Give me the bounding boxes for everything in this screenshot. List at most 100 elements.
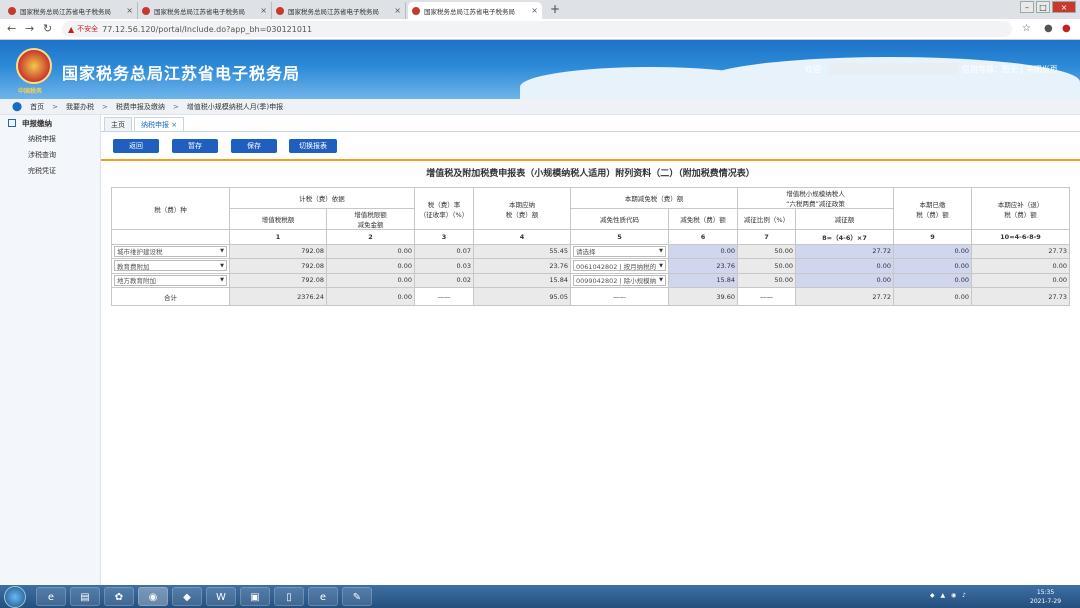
cell-paid[interactable]: 0.00 (893, 258, 972, 274)
close-icon[interactable]: × (260, 6, 267, 15)
sidebar-header-label: 申报缴纳 (22, 118, 52, 128)
browser-tab-title: 国家税务总局江苏省电子税务局 (424, 7, 515, 16)
relief-code-select[interactable]: 0061042802 | 按月纳税的 ▼ (570, 258, 669, 274)
surcharge-table: 税（费）种 计税（费）依据 税（费）率 （征收率）（%） 本期应纳 税（费）额 本期… (111, 187, 1070, 306)
sidebar-item-declare[interactable]: 纳税申报 (0, 131, 100, 147)
cell-reduce-amount[interactable]: 27.72 (795, 243, 894, 259)
back-arrow-icon[interactable]: ← (7, 22, 16, 35)
cell-refund: 0.00 (971, 258, 1070, 274)
breadcrumb-declare[interactable]: 税费申报及缴纳 (116, 102, 165, 112)
browser-tab-active[interactable]: 国家税务总局江苏省电子税务局 × (408, 2, 542, 19)
page-tabs: 主页 纳税申报 × (104, 117, 186, 132)
total-payable: 95.05 (473, 287, 571, 306)
browser-tab[interactable]: 国家税务总局江苏省电子税务局 × (138, 2, 272, 19)
breadcrumb: ⬤ 首页 > 我要办税 > 税费申报及缴纳 > 增值税小规模纳税人月(季)申报 (0, 99, 1080, 115)
tax-type-value: 城市维护建设税 (117, 248, 163, 257)
forward-arrow-icon[interactable]: → (25, 22, 34, 35)
reload-icon[interactable]: ↻ (43, 22, 52, 35)
extension-icon[interactable]: ● (1062, 23, 1071, 34)
tab-home[interactable]: 主页 (104, 117, 132, 132)
cell-reduce-amount[interactable]: 0.00 (795, 258, 894, 274)
url-bar[interactable]: ▲ 不安全 77.12.56.120/portal/Include.do?app… (62, 21, 1012, 37)
app-icon[interactable]: ✿ (104, 587, 134, 606)
header-vat-red-l1: 增值税限额 (354, 211, 387, 219)
tax-type-value: 教育费附加 (117, 262, 150, 271)
chrome-icon[interactable]: ◉ (138, 587, 168, 606)
close-icon[interactable]: × (394, 6, 401, 15)
close-icon[interactable]: × (126, 6, 133, 15)
windows-taskbar: e ▤ ✿ ◉ ◆ W ▣ ▯ e ✎ ◆ ▲ ◉ ♪ 15:35 2021-7-… (0, 585, 1080, 608)
header-reduce-ratio: 减征比例（%） (737, 208, 796, 230)
app-icon[interactable]: ▯ (274, 587, 304, 606)
app-icon[interactable]: ▣ (240, 587, 270, 606)
sidebar-item-certificate[interactable]: 完税凭证 (0, 163, 100, 179)
tax-type-select[interactable]: 教育费附加 ▼ (111, 258, 230, 274)
new-tab-button[interactable]: + (548, 3, 562, 17)
address-bar-row: ← → ↻ ▲ 不安全 77.12.56.120/portal/Include.… (0, 19, 1080, 40)
cell-reduce-ratio: 50.00 (737, 258, 796, 274)
cell-relief-amount[interactable]: 23.76 (668, 258, 738, 274)
word-icon[interactable]: W (206, 587, 236, 606)
explorer-icon[interactable]: ▤ (70, 587, 100, 606)
total-label: 合计 (111, 287, 230, 306)
browser-tab[interactable]: 国家税务总局江苏省电子税务局 × (4, 2, 138, 19)
tax-favicon-icon (276, 6, 284, 15)
window-close-button[interactable]: × (1052, 1, 1076, 13)
cell-relief-amount[interactable]: 0.00 (668, 243, 738, 259)
breadcrumb-home[interactable]: 首页 (30, 102, 44, 112)
col-number: 4 (473, 229, 571, 245)
cell-vat-amount: 792.08 (229, 243, 327, 259)
close-icon[interactable]: × (531, 6, 538, 15)
cell-paid[interactable]: 0.00 (893, 272, 972, 288)
account-icon[interactable]: ● (1044, 23, 1053, 34)
cell-relief-amount[interactable]: 15.84 (668, 272, 738, 288)
col-number: 2 (326, 229, 415, 245)
dropdown-arrow-icon: ▼ (659, 262, 663, 269)
browser-tab-title: 国家税务总局江苏省电子税务局 (154, 7, 245, 16)
tax-favicon-icon (142, 6, 150, 15)
location-pin-icon: ⬤ (12, 101, 23, 112)
tab-divider (101, 131, 1080, 132)
save-draft-button[interactable]: 暂存 (172, 139, 218, 153)
switch-report-button[interactable]: 切换报表 (289, 139, 337, 153)
tax-type-select[interactable]: 地方教育附加 ▼ (111, 272, 230, 288)
user-info-links[interactable]: 信用等级：暂无 | 关闭当页 (962, 64, 1058, 75)
maximize-button[interactable]: □ (1036, 1, 1050, 13)
cell-reduce-amount[interactable]: 0.00 (795, 272, 894, 288)
app-icon[interactable]: ✎ (342, 587, 372, 606)
tax-type-select[interactable]: 城市维护建设税 ▼ (111, 243, 230, 259)
save-button[interactable]: 保存 (231, 139, 277, 153)
header-rate: 税（费）率 （征收率）（%） (414, 187, 474, 230)
total-refund: 27.73 (971, 287, 1070, 306)
clock-time: 15:35 (1036, 589, 1055, 596)
star-icon[interactable]: ☆ (1022, 23, 1031, 34)
sidebar-item-query[interactable]: 涉税查询 (0, 147, 100, 163)
tax-favicon-icon (412, 6, 420, 15)
cell-refund: 27.73 (971, 243, 1070, 259)
total-row: 合计 2376.24 0.00 —— 95.05 —— 39.60 —— 27.… (111, 287, 1070, 306)
relief-code-select[interactable]: 请选择 ▼ (570, 243, 669, 259)
clock[interactable]: 15:35 2021-7-29 (1030, 588, 1061, 606)
system-tray[interactable]: ◆ ▲ ◉ ♪ (930, 592, 968, 599)
relief-code-select[interactable]: 0099042802 | 除小规模纳 ▼ (570, 272, 669, 288)
insecure-label: 不安全 (77, 25, 99, 33)
form-title: 增值税及附加税费申报表（小规模纳税人适用）附列资料（二）（附加税费情况表） (426, 169, 755, 179)
tab-declare[interactable]: 纳税申报 × (134, 117, 185, 132)
col-number: 1 (229, 229, 327, 245)
header-relief-amount: 减免税（费）额 (668, 208, 738, 230)
ie-icon[interactable]: e (308, 587, 338, 606)
col-number: 7 (737, 229, 796, 245)
breadcrumb-tax[interactable]: 我要办税 (66, 102, 94, 112)
cell-paid[interactable]: 0.00 (893, 243, 972, 259)
minimize-button[interactable]: – (1020, 1, 1034, 13)
app-icon[interactable]: ◆ (172, 587, 202, 606)
start-button[interactable] (4, 586, 26, 608)
header-paid-l2: 税（费）额 (916, 210, 949, 219)
ie-icon[interactable]: e (36, 587, 66, 606)
sidebar-header[interactable]: 申报缴纳 (0, 115, 100, 131)
back-button[interactable]: 返回 (113, 139, 159, 153)
browser-tab[interactable]: 国家税务总局江苏省电子税务局 × (272, 2, 406, 19)
col-number (111, 229, 230, 245)
browser-tab-bar: 国家税务总局江苏省电子税务局 × 国家税务总局江苏省电子税务局 × 国家税务总局江苏… (0, 0, 1080, 19)
title-divider (101, 159, 1080, 161)
